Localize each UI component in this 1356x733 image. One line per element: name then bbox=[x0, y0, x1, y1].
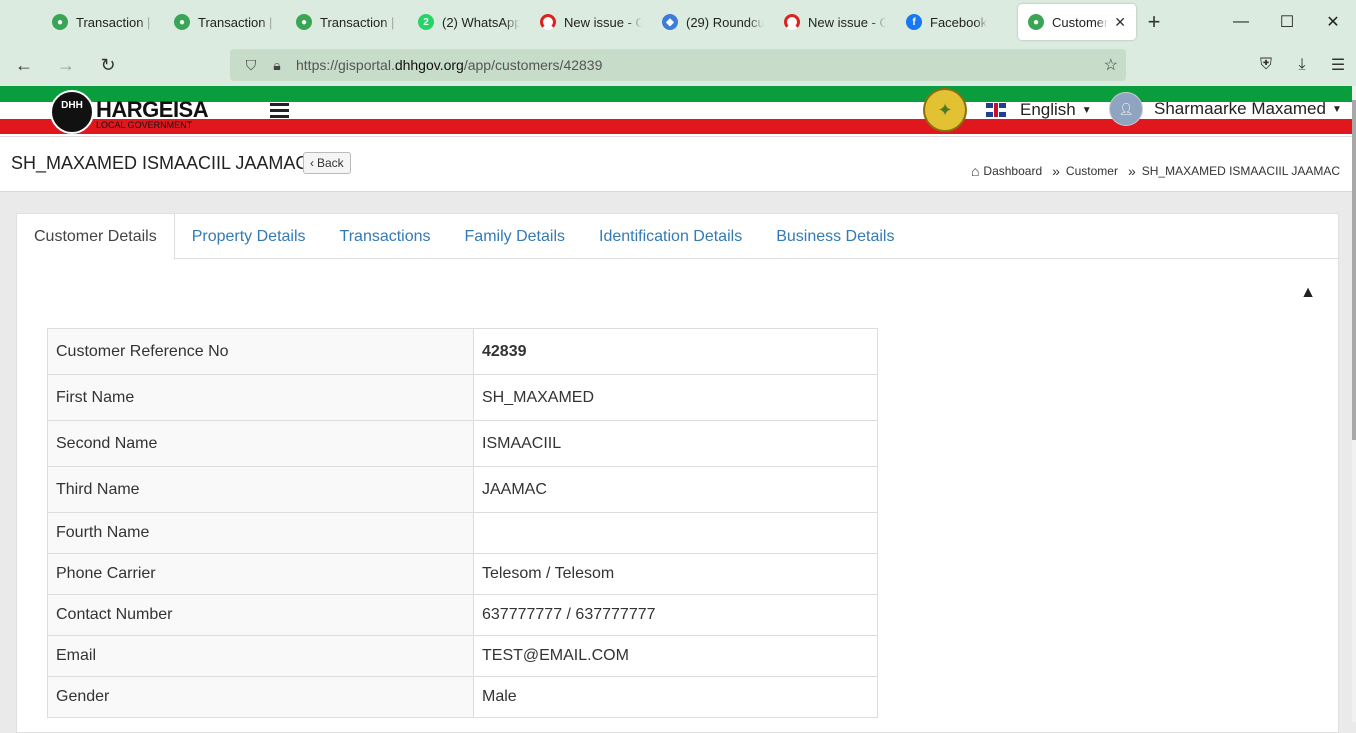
pocket-icon[interactable]: ⛨ bbox=[1248, 56, 1284, 74]
field-label: Email bbox=[47, 635, 474, 677]
roundcube-icon: ◆ bbox=[662, 14, 678, 30]
tab-family-details[interactable]: Family Details bbox=[448, 214, 582, 259]
minimize-icon[interactable]: — bbox=[1218, 0, 1264, 44]
table-row: Third Name JAAMAC bbox=[47, 466, 878, 513]
logo-emblem[interactable]: DHH bbox=[50, 90, 94, 134]
breadcrumb-current: SH_MAXAMED ISMAACIIL JAAMAC bbox=[1141, 164, 1340, 178]
site-header: DHH HARGEISA LOCAL GOVERNMENT ✦ English … bbox=[0, 86, 1352, 136]
government-seal-icon: ✦ bbox=[923, 88, 967, 132]
caret-down-icon: ▼ bbox=[1081, 104, 1092, 116]
field-value: Telesom / Telesom bbox=[473, 553, 878, 595]
avatar: 👤︎ bbox=[1109, 92, 1143, 126]
customer-details-table: Customer Reference No 42839 First Name S… bbox=[47, 328, 878, 718]
facebook-icon: f bbox=[906, 14, 922, 30]
site-favicon-icon: ● bbox=[174, 14, 190, 30]
page-scrollbar[interactable] bbox=[1352, 86, 1356, 722]
browser-tab-2[interactable]: ● Transaction | GIS bbox=[286, 4, 408, 40]
field-label: Fourth Name bbox=[47, 512, 474, 554]
forward-arrow-icon[interactable]: → bbox=[48, 49, 84, 81]
table-row: Second Name ISMAACIIL bbox=[47, 420, 878, 467]
table-row: Email TEST@EMAIL.COM bbox=[47, 635, 878, 677]
user-menu[interactable]: 👤︎ Sharmaarke Maxamed ▼ bbox=[1109, 92, 1342, 126]
browser-tab-strip: ● Transaction | GIS ● Transaction | GIS … bbox=[0, 0, 1356, 44]
breadcrumb-separator: » bbox=[1127, 163, 1136, 179]
field-value: 42839 bbox=[473, 328, 878, 375]
table-row: Fourth Name bbox=[47, 512, 878, 554]
logo-subtitle: LOCAL GOVERNMENT bbox=[96, 120, 193, 130]
back-arrow-icon[interactable]: ← bbox=[6, 49, 42, 81]
table-row: Customer Reference No 42839 bbox=[47, 328, 878, 375]
field-value: JAAMAC bbox=[473, 466, 878, 513]
menu-icon[interactable]: ☰ bbox=[1320, 55, 1356, 75]
gitlab-icon bbox=[784, 14, 800, 30]
field-value: ISMAACIIL bbox=[473, 420, 878, 467]
caret-down-icon: ▼ bbox=[1331, 103, 1342, 115]
lock-icon[interactable]: 🔒︎ bbox=[264, 57, 290, 74]
download-icon[interactable]: ⤓ bbox=[1284, 56, 1320, 74]
chevron-left-icon: ‹ bbox=[310, 156, 314, 170]
site-favicon-icon: ● bbox=[52, 14, 68, 30]
tab-business-details[interactable]: Business Details bbox=[759, 214, 911, 259]
breadcrumb-separator: » bbox=[1052, 163, 1060, 179]
tab-customer-details[interactable]: Customer Details bbox=[17, 214, 175, 260]
customer-panel: Customer Details Property Details Transa… bbox=[16, 213, 1339, 733]
language-dropdown[interactable]: English ▼ bbox=[986, 100, 1092, 120]
table-row: First Name SH_MAXAMED bbox=[47, 374, 878, 421]
window-controls: — ☐ ✕ bbox=[1218, 0, 1356, 44]
breadcrumb-customer[interactable]: Customer bbox=[1066, 164, 1118, 178]
browser-tab-5[interactable]: ◆ (29) Roundcube bbox=[652, 4, 774, 40]
logo-title[interactable]: HARGEISA bbox=[96, 99, 209, 121]
field-label: First Name bbox=[47, 374, 474, 421]
url-text: https://gisportal.dhhgov.org/app/custome… bbox=[296, 57, 603, 73]
close-tab-icon[interactable]: ✕ bbox=[1114, 14, 1126, 31]
tab-property-details[interactable]: Property Details bbox=[175, 214, 323, 259]
breadcrumb: ⌂ Dashboard » Customer » SH_MAXAMED ISMA… bbox=[971, 163, 1340, 179]
field-value: Male bbox=[473, 676, 878, 718]
page-title-bar: SH_MAXAMED ISMAACIIL JAAMAC ‹ Back ⌂ Das… bbox=[0, 136, 1352, 192]
tab-identification-details[interactable]: Identification Details bbox=[582, 214, 759, 259]
toolbar-right: ⛨ ⤓ ☰ bbox=[1248, 44, 1356, 86]
whatsapp-icon: 2 bbox=[418, 14, 434, 30]
browser-tab-4[interactable]: New issue - GIS bbox=[530, 4, 652, 40]
new-tab-button[interactable]: + bbox=[1136, 9, 1172, 35]
field-value: 637777777 / 637777777 bbox=[473, 594, 878, 636]
field-label: Phone Carrier bbox=[47, 553, 474, 595]
home-icon: ⌂ bbox=[970, 163, 980, 179]
reload-icon[interactable]: ↻ bbox=[90, 49, 126, 81]
field-label: Third Name bbox=[47, 466, 474, 513]
breadcrumb-dashboard[interactable]: Dashboard bbox=[983, 164, 1042, 178]
shield-icon[interactable]: ⛉ bbox=[238, 57, 264, 74]
table-row: Contact Number 637777777 / 637777777 bbox=[47, 594, 878, 636]
browser-nav-bar: ← → ↻ ⛉ 🔒︎ https://gisportal.dhhgov.org/… bbox=[0, 44, 1356, 86]
address-bar[interactable]: ⛉ 🔒︎ https://gisportal.dhhgov.org/app/cu… bbox=[230, 49, 1126, 81]
gitlab-icon bbox=[540, 14, 556, 30]
browser-tab-1[interactable]: ● Transaction | GIS bbox=[164, 4, 286, 40]
field-label: Customer Reference No bbox=[47, 328, 474, 375]
site-favicon-icon: ● bbox=[1028, 14, 1044, 30]
field-value bbox=[473, 512, 878, 554]
back-button[interactable]: ‹ Back bbox=[303, 152, 351, 174]
table-row: Gender Male bbox=[47, 676, 878, 718]
browser-tab-6[interactable]: New issue - GIS bbox=[774, 4, 896, 40]
browser-tab-7[interactable]: f Facebook bbox=[896, 4, 1018, 40]
browser-tab-3[interactable]: 2 (2) WhatsApp bbox=[408, 4, 530, 40]
browser-tab-active[interactable]: ● Customer | GIS ✕ bbox=[1018, 4, 1136, 40]
maximize-icon[interactable]: ☐ bbox=[1264, 0, 1310, 44]
field-label: Contact Number bbox=[47, 594, 474, 636]
page-title: SH_MAXAMED ISMAACIIL JAAMAC bbox=[11, 153, 309, 173]
field-value: TEST@EMAIL.COM bbox=[473, 635, 878, 677]
field-label: Gender bbox=[47, 676, 474, 718]
site-favicon-icon: ● bbox=[296, 14, 312, 30]
tab-transactions[interactable]: Transactions bbox=[323, 214, 448, 259]
chevron-up-icon[interactable]: ▲ bbox=[1300, 284, 1316, 302]
detail-tabs: Customer Details Property Details Transa… bbox=[17, 214, 1338, 260]
uk-flag-icon bbox=[986, 103, 1006, 117]
close-window-icon[interactable]: ✕ bbox=[1310, 0, 1356, 44]
hamburger-menu-icon[interactable] bbox=[270, 103, 289, 118]
table-row: Phone Carrier Telesom / Telesom bbox=[47, 553, 878, 595]
browser-tab-0[interactable]: ● Transaction | GIS bbox=[42, 4, 164, 40]
field-label: Second Name bbox=[47, 420, 474, 467]
bookmark-star-icon[interactable]: ☆ bbox=[1104, 55, 1118, 75]
field-value: SH_MAXAMED bbox=[473, 374, 878, 421]
